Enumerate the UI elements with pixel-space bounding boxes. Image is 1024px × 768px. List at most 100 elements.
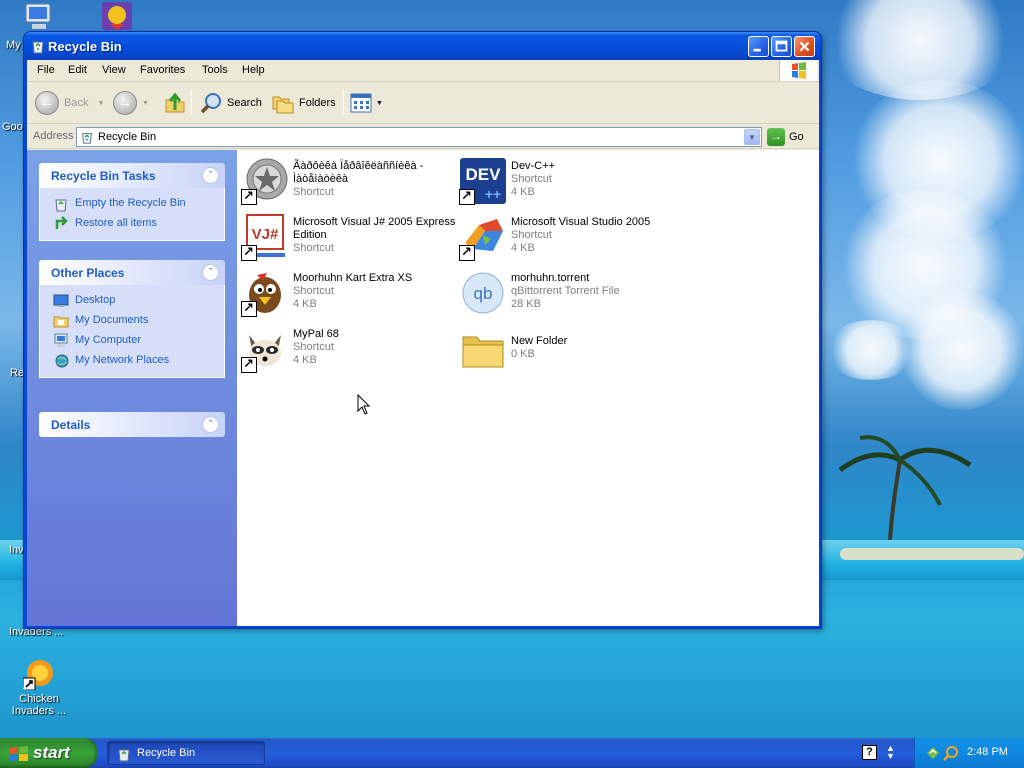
recycle-bin-tasks-header[interactable]: Recycle Bin Tasks ˆ (39, 163, 225, 188)
forward-button[interactable]: → ▼ (113, 90, 149, 116)
mouse-pointer-icon (357, 394, 371, 415)
details-header[interactable]: Details ˇ (39, 412, 225, 437)
file-name: MyPal 68 (293, 328, 339, 340)
folders-button[interactable]: Folders (271, 90, 336, 116)
place-my-computer-link[interactable]: My Computer (40, 331, 224, 351)
task-pane: Recycle Bin Tasks ˆ Empty the Recycle Bi… (27, 150, 237, 626)
taskbar: start Recycle Bin ? ▲ ▼ 2:48 PM (0, 738, 1024, 768)
minimize-button[interactable] (748, 36, 769, 57)
desktop-icon-game[interactable] (100, 2, 134, 32)
address-input[interactable]: Recycle Bin ▼ (76, 127, 762, 147)
place-desktop-link[interactable]: Desktop (40, 291, 224, 311)
search-button[interactable]: Search (199, 90, 262, 116)
start-label: start (33, 743, 70, 762)
taskbar-scroll-icon[interactable]: ▲ ▼ (886, 744, 895, 761)
recycle-bin-icon (118, 749, 130, 762)
file-item[interactable]: qb morhuhn.torrent qBittorrent Torrent F… (459, 269, 675, 321)
recycle-bin-icon (32, 41, 44, 54)
help-icon[interactable]: ? (862, 745, 877, 760)
collapse-chevron-icon[interactable]: ˆ (202, 264, 219, 281)
up-button[interactable] (163, 90, 187, 116)
close-button[interactable] (794, 36, 815, 57)
palm-tree (838, 435, 972, 540)
clock[interactable]: 2:48 PM (967, 746, 1008, 758)
chicken-game-icon (102, 2, 132, 30)
menu-tools[interactable]: Tools (202, 64, 228, 76)
windows-flag-icon (792, 62, 806, 79)
file-item[interactable]: Moorhuhn Kart Extra XS Shortcut 4 KB (241, 269, 457, 321)
file-type: Shortcut (293, 242, 334, 254)
maximize-button[interactable] (771, 36, 792, 57)
chevron-down-icon: ▼ (97, 99, 105, 107)
file-item[interactable]: Ãàðôèêà Ïåðâîêëàññíèêà - Ìàòåìàòèêà Shor… (241, 157, 457, 209)
empty-recycle-bin-icon (55, 199, 67, 212)
menu-edit[interactable]: Edit (68, 64, 87, 76)
place-my-network-places-link[interactable]: My Network Places (40, 351, 224, 371)
file-item[interactable]: New Folder 0 KB (459, 325, 675, 377)
taskbar-item-label: Recycle Bin (137, 747, 196, 759)
address-dropdown-button[interactable]: ▼ (744, 129, 760, 145)
qb-icon-label: qb (474, 284, 493, 303)
menu-favorites[interactable]: Favorites (140, 64, 185, 76)
title-bar[interactable]: Recycle Bin (24, 32, 821, 60)
file-size: 4 KB (293, 298, 317, 310)
start-button[interactable]: start (0, 738, 97, 768)
collapse-chevron-icon[interactable]: ˆ (202, 167, 219, 184)
folder-up-icon (165, 92, 185, 113)
qbittorrent-file-icon: qb (462, 272, 504, 314)
back-label: Back (64, 97, 89, 109)
details-title: Details (51, 418, 91, 432)
file-item[interactable]: MyPal 68 Shortcut 4 KB (241, 325, 457, 377)
island-sand (840, 548, 1024, 560)
folders-label: Folders (299, 97, 336, 109)
go-arrow-icon: → (767, 128, 785, 146)
back-button[interactable]: ← Back ▼ (35, 90, 104, 116)
go-button[interactable]: → Go (767, 128, 804, 146)
file-size: 4 KB (511, 186, 535, 198)
my-documents-icon (53, 316, 69, 328)
window-client: File Edit View Favorites Tools Help ← Ba… (27, 60, 819, 626)
file-size: 0 KB (511, 348, 535, 360)
empty-recycle-bin-link[interactable]: Empty the Recycle Bin (40, 194, 224, 214)
file-type: Shortcut (293, 186, 334, 198)
folder-icon (462, 336, 504, 368)
other-places-header[interactable]: Other Places ˆ (39, 260, 225, 285)
file-size: 4 KB (511, 242, 535, 254)
menu-file[interactable]: File (37, 64, 55, 76)
svg-text:++: ++ (485, 186, 501, 202)
other-places-body: Desktop My Documents My Computer My Netw… (39, 285, 225, 378)
menu-view[interactable]: View (102, 64, 126, 76)
shortcut-arrow-icon (241, 244, 257, 261)
place-my-documents-link[interactable]: My Documents (40, 311, 224, 331)
file-type: Shortcut (511, 173, 552, 185)
file-item[interactable]: Microsoft Visual Studio 2005 Shortcut 4 … (459, 213, 675, 265)
back-arrow-icon: ← (35, 91, 59, 115)
desktop-icon-label: My (6, 39, 21, 51)
file-name: Moorhuhn Kart Extra XS (293, 272, 413, 284)
dev-icon-label: DEV (466, 165, 502, 184)
system-tray: 2:48 PM (914, 738, 1024, 768)
expand-chevron-icon[interactable]: ˇ (202, 416, 219, 433)
views-icon (350, 93, 372, 113)
tray-app-icon[interactable] (925, 745, 941, 761)
desktop-icon (53, 294, 69, 307)
windows-flag-icon (10, 746, 28, 761)
window-title: Recycle Bin (48, 39, 122, 54)
desktop-icon-label: Chicken Invaders ... (11, 693, 67, 717)
cloud (900, 290, 1024, 410)
recycle-bin-window: Recycle Bin File Edit View Favorites Too… (23, 31, 822, 629)
taskbar-item-recycle-bin[interactable]: Recycle Bin (107, 741, 265, 765)
views-button[interactable]: ▼ (349, 90, 383, 116)
menu-bar: File Edit View Favorites Tools Help (27, 60, 819, 82)
desktop-icon-my-computer[interactable] (22, 2, 56, 32)
menu-help[interactable]: Help (242, 64, 265, 76)
file-item-text: Moorhuhn Kart Extra XS Shortcut 4 KB (293, 272, 457, 311)
file-item[interactable]: VJ# Microsoft Visual J# 2005 Express Edi… (241, 213, 457, 265)
file-item-text: Dev-C++ Shortcut 4 KB (511, 160, 675, 199)
details-box: Details ˇ (39, 412, 225, 437)
tray-search-icon[interactable] (943, 745, 959, 761)
place-my-documents-label: My Documents (75, 314, 149, 326)
file-item[interactable]: DEV ++ Dev-C++ Shortcut 4 KB (459, 157, 675, 209)
restore-all-items-link[interactable]: Restore all items (40, 214, 224, 234)
desktop-icon-chicken-invaders[interactable]: Chicken Invaders ... (4, 658, 74, 717)
